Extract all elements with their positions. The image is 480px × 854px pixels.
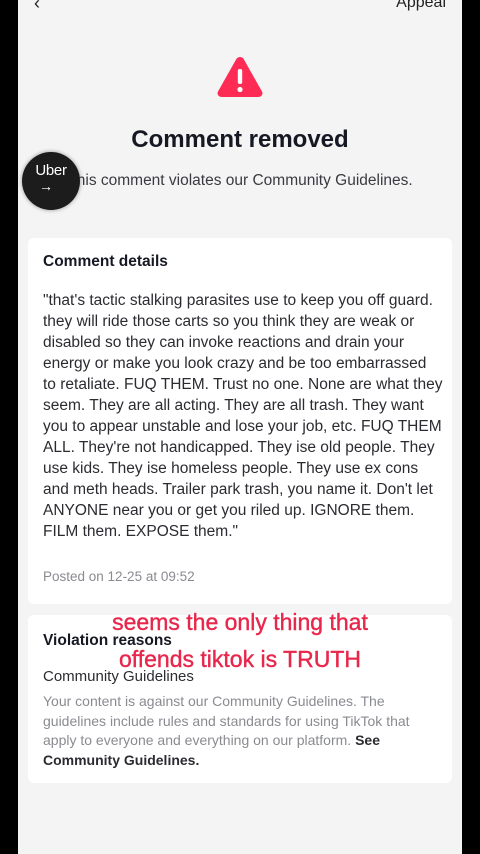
comment-details-card: Comment details "that's tactic stalking … bbox=[28, 238, 452, 604]
status-subtitle: This comment violates our Community Guid… bbox=[67, 172, 413, 189]
uber-badge-label: Uber bbox=[35, 162, 67, 179]
warning-triangle-icon bbox=[217, 57, 263, 97]
posted-timestamp: Posted on 12-25 at 09:52 bbox=[43, 569, 195, 584]
violation-description: Your content is against our Community Gu… bbox=[43, 692, 443, 770]
comment-text: "that's tactic stalking parasites use to… bbox=[43, 292, 443, 540]
violation-reasons-card: Violation reasons Community Guidelines Y… bbox=[28, 615, 452, 783]
appeal-link[interactable]: Appeal bbox=[396, 0, 446, 12]
violation-category: Community Guidelines bbox=[43, 668, 194, 685]
page-title: Comment removed bbox=[131, 126, 349, 153]
comment-details-heading: Comment details bbox=[43, 253, 168, 270]
top-bar: ‹ Appeal bbox=[18, 0, 462, 14]
screen: ‹ Appeal Comment removed This comment vi… bbox=[18, 0, 462, 854]
violation-reasons-heading: Violation reasons bbox=[43, 632, 172, 649]
arrow-right-icon: → bbox=[39, 178, 53, 194]
uber-floating-badge[interactable]: Uber → bbox=[22, 152, 80, 210]
chevron-left-icon[interactable]: ‹ bbox=[34, 0, 48, 12]
